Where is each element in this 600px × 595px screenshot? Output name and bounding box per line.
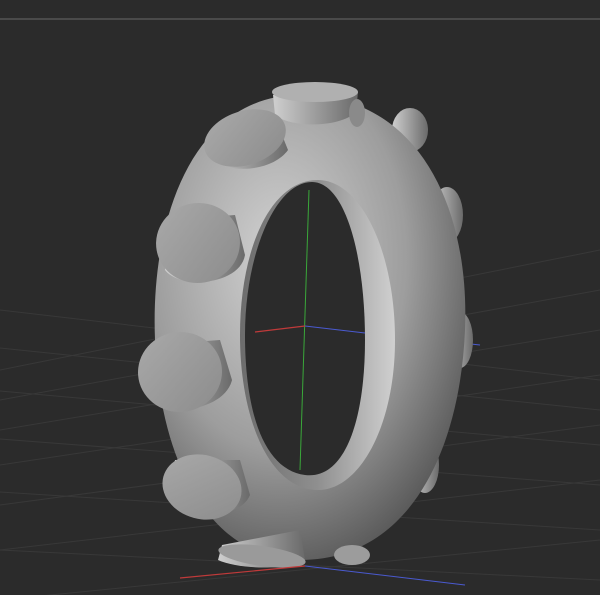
stud <box>349 99 365 127</box>
stud-top <box>272 82 358 125</box>
viewport-canvas[interactable] <box>0 0 600 595</box>
torus-model[interactable] <box>135 82 473 572</box>
stud <box>334 545 370 565</box>
3d-viewport[interactable] <box>0 0 600 595</box>
